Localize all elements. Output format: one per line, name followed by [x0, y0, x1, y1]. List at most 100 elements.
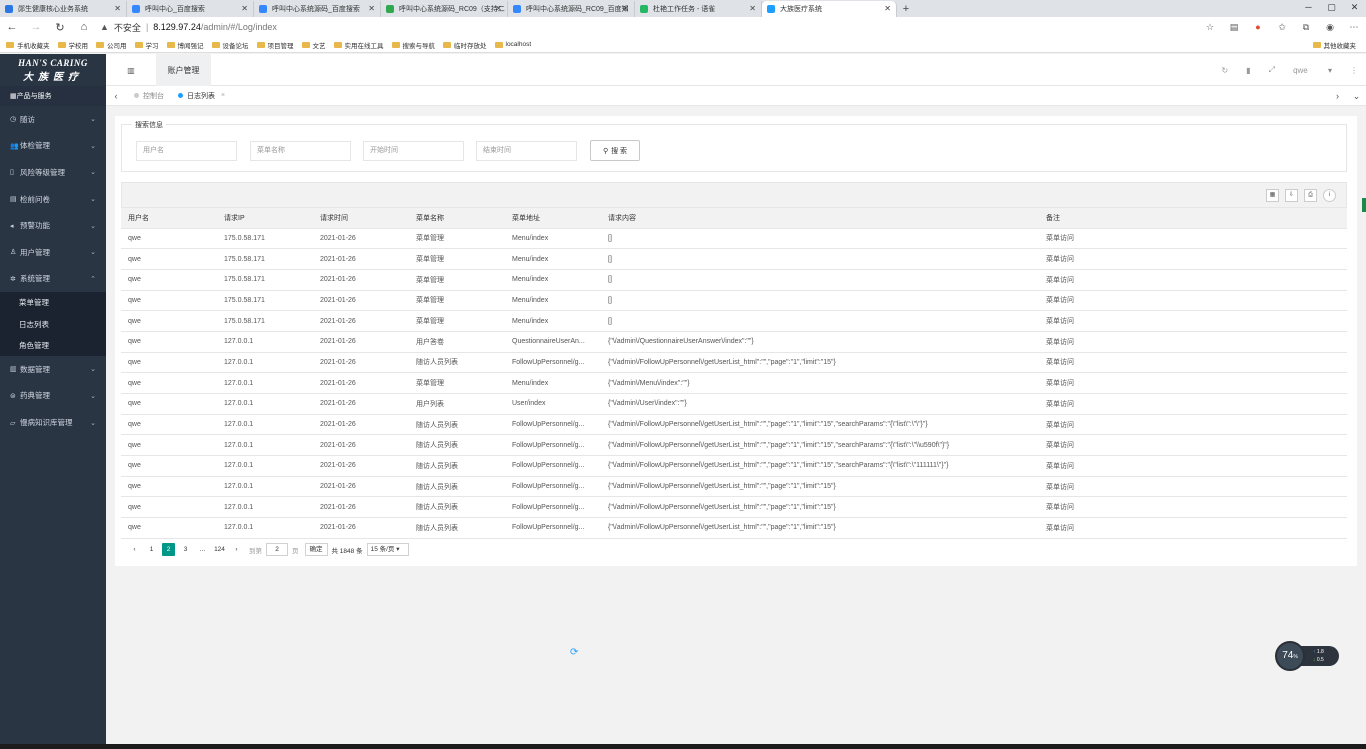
close-tab-icon[interactable]: ✕	[884, 4, 891, 13]
browser-tab[interactable]: 呼叫中心_百度搜索 ✕	[127, 1, 254, 17]
table-row[interactable]: qwe 127.0.0.1 2021-01-26 随访人员列表 FollowUpPers…	[121, 455, 1347, 477]
page-number[interactable]: 124	[213, 543, 226, 556]
bookmark-item[interactable]: 手机收藏夹	[6, 40, 50, 50]
close-tab-icon[interactable]: ×	[221, 92, 225, 99]
user-menu[interactable]: qwe ▾	[1293, 66, 1332, 75]
table-row[interactable]: qwe 175.0.58.171 2021-01-26 菜单管理 Menu/index[…	[121, 248, 1347, 270]
bookmark-item[interactable]: 学习	[134, 40, 159, 50]
page-tab[interactable]: 控制台	[134, 91, 170, 101]
page-number[interactable]: 2	[162, 543, 175, 557]
submenu-item[interactable]: 菜单管理	[0, 292, 106, 313]
submenu-item[interactable]: 角色管理	[0, 335, 106, 356]
network-speed-widget[interactable]: ↑ 1.8 ↓ 0.5 74%	[1275, 641, 1340, 671]
browser-tab[interactable]: 呼叫中心系统源码_百度搜索 ✕	[254, 1, 381, 17]
table-row[interactable]: qwe 175.0.58.171 2021-01-26 菜单管理 Menu/index[…	[121, 310, 1347, 332]
new-tab-button[interactable]: +	[897, 1, 915, 17]
table-row[interactable]: qwe 127.0.0.1 2021-01-26 随访人员列表 FollowUpPers…	[121, 414, 1347, 436]
table-row[interactable]: qwe 175.0.58.171 2021-01-26 菜单管理 Menu/index[…	[121, 228, 1347, 250]
bookmark-item[interactable]: 项目管理	[256, 40, 294, 50]
url-field[interactable]: ▲ 不安全 | 8.129.97.24 /admin/#/Log/index	[100, 21, 277, 34]
star-icon[interactable]: ☆	[1198, 22, 1222, 33]
sidebar-item[interactable]: ◂ 预警功能 ⌄	[0, 212, 106, 239]
info-icon[interactable]: i	[1323, 189, 1336, 202]
bookmark-item[interactable]: 博闻强记	[166, 40, 204, 50]
browser-tab[interactable]: 大族医疗系统 ✕	[762, 1, 897, 17]
reload-icon[interactable]: ↻	[48, 21, 72, 34]
page-number[interactable]: 3	[179, 543, 192, 556]
columns-filter-icon[interactable]: ▦	[1266, 189, 1279, 202]
reading-view-icon[interactable]: ▤	[1222, 22, 1246, 33]
sidebar-item[interactable]: ▥ 数据管理 ⌄	[0, 356, 106, 383]
menu-name-input[interactable]: 菜单名称	[250, 141, 351, 161]
clear-icon[interactable]: ▮	[1246, 66, 1250, 75]
bookmark-item[interactable]: 设备论坛	[211, 40, 249, 50]
username-input[interactable]: 用户名	[136, 141, 237, 161]
search-button[interactable]: ⚲ 搜 索	[590, 140, 640, 161]
close-tab-icon[interactable]: ✕	[241, 4, 248, 13]
submenu-item[interactable]: 日志列表	[0, 313, 106, 334]
extension-icon[interactable]: ●	[1246, 22, 1270, 32]
menu-top-products[interactable]: ▦ 产品与服务	[0, 86, 106, 106]
bookmark-item[interactable]: 实用在线工具	[333, 40, 384, 50]
table-row[interactable]: qwe 127.0.0.1 2021-01-26 随访人员列表 FollowUpPers…	[121, 496, 1347, 519]
browser-tab[interactable]: 呼叫中心系统源码_RC09_百度知 ✕	[508, 1, 635, 17]
sidebar-item[interactable]: ▯ 风险等级管理 ⌄	[0, 159, 106, 186]
print-icon[interactable]: ⎙	[1304, 189, 1317, 202]
collections-icon[interactable]: ⧉	[1294, 22, 1318, 33]
maximize-button[interactable]: ▢	[1320, 0, 1343, 15]
bookmark-item[interactable]: localhost	[494, 41, 531, 48]
close-tab-icon[interactable]: ✕	[749, 4, 756, 13]
close-window-button[interactable]: ✕	[1343, 0, 1366, 15]
browser-tab[interactable]: 呼叫中心系统源码_RC09（支持二 ✕	[381, 1, 508, 17]
sidebar-item[interactable]: 👥 体检管理 ⌄	[0, 133, 106, 160]
minimize-button[interactable]: ─	[1297, 0, 1320, 15]
page-number[interactable]: 1	[145, 543, 158, 556]
goto-confirm-button[interactable]: 确定	[304, 543, 328, 557]
sidebar-item[interactable]: ✲ 系统管理 ⌃	[0, 266, 106, 293]
table-row[interactable]: qwe 175.0.58.171 2021-01-26 菜单管理 Menu/index[…	[121, 290, 1347, 312]
sidebar-item[interactable]: ⊜ 药典管理 ⌄	[0, 383, 106, 410]
close-tab-icon[interactable]: ✕	[495, 4, 502, 13]
back-icon[interactable]: ←	[0, 21, 24, 33]
browser-tab[interactable]: 杜艳工作任务 - 语雀 ✕	[635, 1, 762, 17]
bookmark-item[interactable]: 文艺	[301, 40, 326, 50]
table-row[interactable]: qwe 127.0.0.1 2021-01-26 用户列表 User/index {"\/…	[121, 393, 1347, 415]
bookmark-item[interactable]: 公司用	[96, 40, 127, 50]
bookmark-item[interactable]: 临时存放处	[443, 40, 487, 50]
tabs-left-icon[interactable]: ‹	[106, 91, 126, 101]
start-time-input[interactable]: 开始时间	[363, 141, 464, 161]
goto-page-input[interactable]: 2	[266, 543, 288, 557]
close-tab-icon[interactable]: ✕	[622, 4, 629, 13]
page-size-select[interactable]: 15 条/页 ▾	[366, 543, 409, 557]
close-tab-icon[interactable]: ✕	[368, 4, 375, 13]
more-icon[interactable]: ⋯	[1342, 22, 1366, 33]
tabs-menu-icon[interactable]: ⌄	[1347, 91, 1366, 102]
sidebar-item[interactable]: ▤ 检前问卷 ⌄	[0, 186, 106, 213]
table-row[interactable]: qwe 175.0.58.171 2021-01-26 菜单管理 Menu/index[…	[121, 269, 1347, 291]
header-tab-account[interactable]: 账户管理	[156, 54, 211, 86]
page-tab[interactable]: 日志列表 ×	[178, 91, 231, 101]
sidebar-item[interactable]: ▱ 慢病知识库管理 ⌄	[0, 409, 106, 436]
table-row[interactable]: qwe 127.0.0.1 2021-01-26 随访人员列表 FollowUpPers…	[121, 434, 1347, 457]
other-bookmarks[interactable]: 其他收藏夹	[1312, 40, 1356, 50]
prev-page-button[interactable]: ‹	[128, 543, 141, 556]
table-row[interactable]: qwe 127.0.0.1 2021-01-26 随访人员列表 FollowUpPers…	[121, 476, 1347, 498]
forward-icon[interactable]: →	[24, 21, 48, 33]
table-row[interactable]: qwe 127.0.0.1 2021-01-26 用户答卷 QuestionnaireU…	[121, 331, 1347, 353]
next-page-button[interactable]: ›	[230, 543, 243, 556]
table-row[interactable]: qwe 127.0.0.1 2021-01-26 菜单管理 Menu/index {"\/…	[121, 372, 1347, 394]
menu-toggle-icon[interactable]: ▥	[106, 54, 156, 86]
close-tab-icon[interactable]: ✕	[114, 4, 121, 13]
bookmark-item[interactable]: 学校用	[57, 40, 88, 50]
profile-avatar[interactable]: ◉	[1318, 22, 1342, 33]
end-time-input[interactable]: 结束时间	[476, 141, 577, 161]
fullscreen-icon[interactable]: ⤢	[1269, 65, 1275, 75]
more-vertical-icon[interactable]: ⋮	[1350, 66, 1358, 75]
favorites-icon[interactable]: ✩	[1270, 22, 1294, 33]
sidebar-item[interactable]: ♙ 用户管理 ⌄	[0, 239, 106, 266]
refresh-icon[interactable]: ↻	[1222, 66, 1229, 75]
home-icon[interactable]: ⌂	[72, 21, 96, 33]
table-row[interactable]: qwe 127.0.0.1 2021-01-26 随访人员列表 FollowUpPers…	[121, 517, 1347, 539]
table-row[interactable]: qwe 127.0.0.1 2021-01-26 随访人员列表 FollowUpPers…	[121, 352, 1347, 374]
bookmark-item[interactable]: 搜索与导航	[391, 40, 435, 50]
